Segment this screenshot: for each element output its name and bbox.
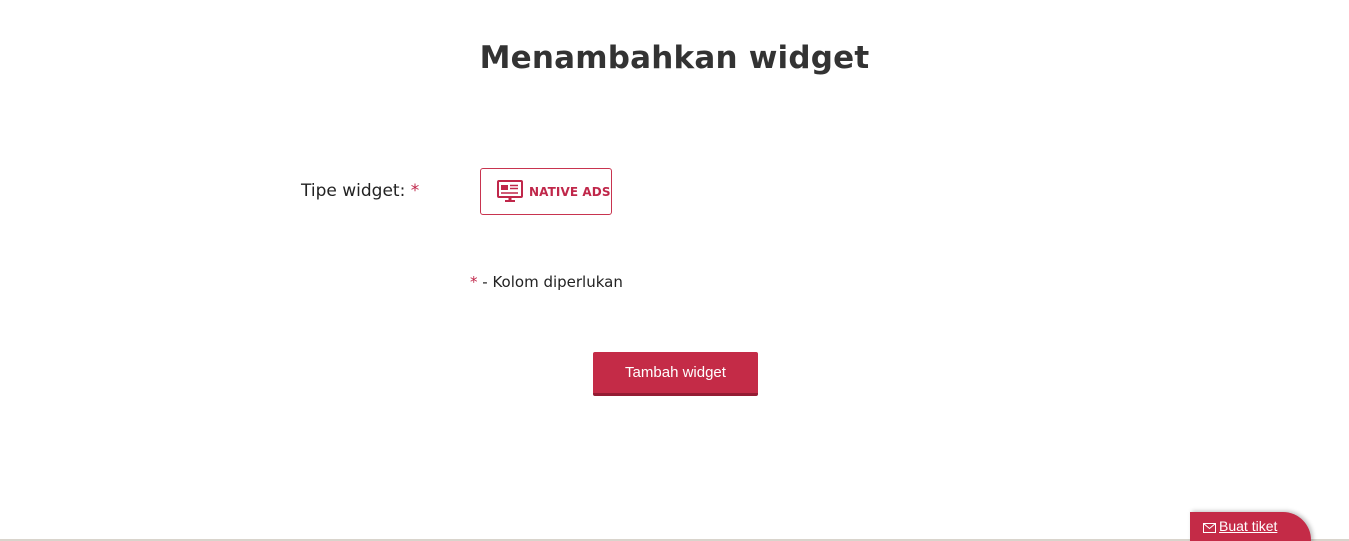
create-ticket-button[interactable]: Buat tiket — [1190, 512, 1311, 541]
widget-type-label: Tipe widget: * — [301, 181, 419, 201]
add-widget-button[interactable]: Tambah widget — [593, 352, 758, 396]
required-star: * — [410, 181, 420, 201]
widget-type-option-native-ads[interactable]: NATIVE ADS — [480, 168, 612, 215]
page: Menambahkan widget Tipe widget: * NATIVE… — [0, 0, 1349, 541]
create-ticket-label: Buat tiket — [1219, 518, 1278, 534]
widget-type-label-text: Tipe widget: — [301, 181, 406, 201]
page-title: Menambahkan widget — [479, 40, 870, 76]
required-fields-note: * - Kolom diperlukan — [470, 273, 623, 291]
required-note-text: - Kolom diperlukan — [482, 273, 623, 291]
widget-type-option-label: NATIVE ADS — [529, 184, 611, 199]
envelope-icon — [1203, 523, 1216, 533]
required-note-star: * — [470, 273, 478, 291]
native-ads-monitor-icon — [497, 179, 523, 204]
